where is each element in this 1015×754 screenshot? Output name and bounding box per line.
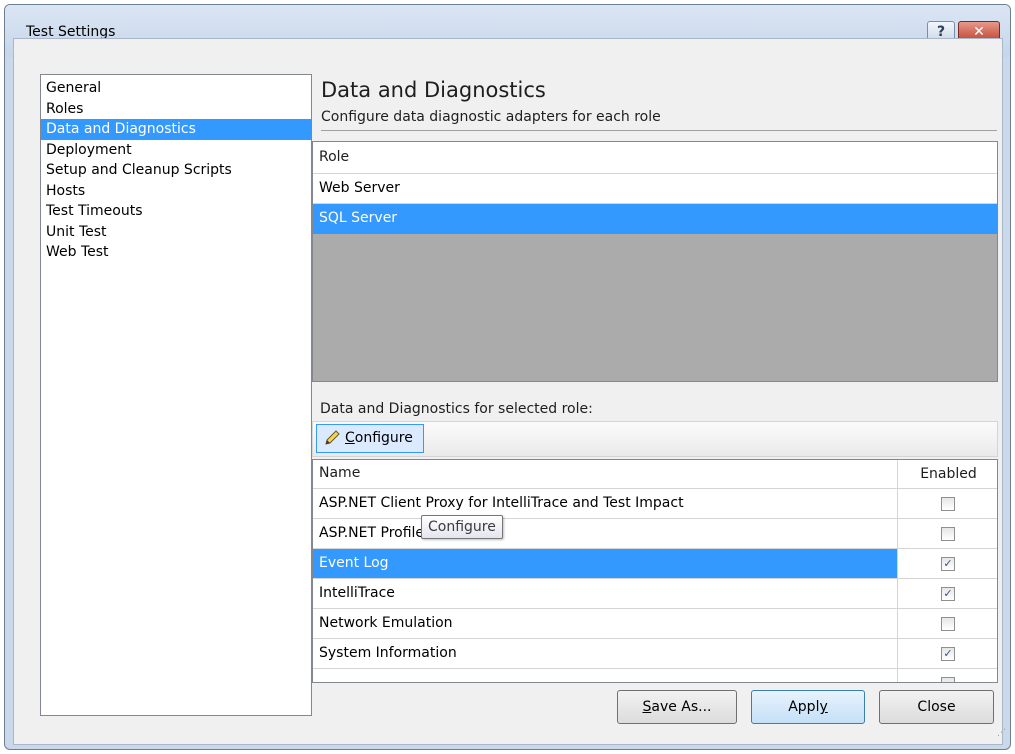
table-row[interactable]: Network Emulation bbox=[313, 609, 997, 639]
role-row-sql-server[interactable]: SQL Server bbox=[313, 204, 997, 234]
settings-nav-list: General Roles Data and Diagnostics Deplo… bbox=[40, 74, 312, 716]
heading-divider bbox=[321, 130, 997, 131]
enabled-cell: ✓ bbox=[897, 639, 997, 668]
apply-mnemonic: y bbox=[819, 699, 828, 715]
adapter-name: ASP.NET Profiler bbox=[319, 525, 430, 541]
nav-item-setup-and-cleanup-scripts[interactable]: Setup and Cleanup Scripts bbox=[41, 160, 311, 181]
page-subtitle: Configure data diagnostic adapters for e… bbox=[321, 109, 661, 125]
enabled-checkbox[interactable]: ✓ bbox=[941, 647, 955, 661]
enabled-checkbox[interactable]: ✓ bbox=[941, 587, 955, 601]
role-grid: Role Web Server SQL Server bbox=[312, 141, 998, 382]
enabled-cell bbox=[897, 519, 997, 548]
diagnostics-section-label: Data and Diagnostics for selected role: bbox=[320, 401, 593, 417]
configure-button[interactable]: Configure bbox=[316, 424, 424, 453]
pencil-icon bbox=[325, 430, 340, 445]
diagnostics-grid: Name Enabled ASP.NET Client Proxy for In… bbox=[312, 459, 998, 683]
nav-item-test-timeouts[interactable]: Test Timeouts bbox=[41, 201, 311, 222]
enabled-cell: ✓ bbox=[897, 579, 997, 608]
enabled-checkbox[interactable] bbox=[941, 617, 955, 631]
enabled-cell bbox=[897, 669, 997, 682]
save-as-button[interactable]: Save As... bbox=[617, 690, 737, 724]
diagnostics-grid-header: Name Enabled bbox=[313, 460, 997, 489]
nav-item-web-test[interactable]: Web Test bbox=[41, 242, 311, 263]
test-settings-window: Test Settings ? ✕ General Roles Data and… bbox=[4, 4, 1011, 750]
role-column-header[interactable]: Role bbox=[313, 142, 997, 174]
configure-tooltip: Configure bbox=[421, 515, 503, 539]
enabled-checkbox[interactable] bbox=[941, 677, 955, 682]
adapter-name: Event Log bbox=[319, 555, 389, 571]
table-row[interactable]: System Information ✓ bbox=[313, 639, 997, 669]
configure-button-mnemonic: C bbox=[345, 430, 355, 446]
adapter-name: IntelliTrace bbox=[319, 585, 395, 601]
enabled-checkbox[interactable] bbox=[941, 497, 955, 511]
close-button[interactable]: Close bbox=[879, 690, 994, 724]
table-row[interactable]: IntelliTrace ✓ bbox=[313, 579, 997, 609]
nav-item-deployment[interactable]: Deployment bbox=[41, 140, 311, 161]
table-row[interactable]: Event Log ✓ bbox=[313, 549, 997, 579]
enabled-cell bbox=[897, 609, 997, 638]
nav-item-general[interactable]: General bbox=[41, 78, 311, 99]
enabled-cell: ✓ bbox=[897, 549, 997, 578]
nav-item-roles[interactable]: Roles bbox=[41, 99, 311, 120]
enabled-cell bbox=[897, 489, 997, 518]
apply-button[interactable]: Apply bbox=[751, 690, 865, 724]
nav-item-hosts[interactable]: Hosts bbox=[41, 181, 311, 202]
name-column-header[interactable]: Name bbox=[319, 465, 360, 481]
configure-button-label: onfigure bbox=[354, 430, 413, 446]
adapter-name: ASP.NET Client Proxy for IntelliTrace an… bbox=[319, 495, 684, 511]
table-row[interactable]: ASP.NET Client Proxy for IntelliTrace an… bbox=[313, 489, 997, 519]
table-row-partial[interactable] bbox=[313, 669, 997, 682]
apply-label: Appl bbox=[788, 699, 820, 715]
dialog-client-area: General Roles Data and Diagnostics Deplo… bbox=[13, 38, 1003, 745]
role-row-web-server[interactable]: Web Server bbox=[313, 174, 997, 204]
nav-item-unit-test[interactable]: Unit Test bbox=[41, 222, 311, 243]
save-as-label: ave As... bbox=[651, 699, 712, 715]
page-title: Data and Diagnostics bbox=[321, 78, 546, 102]
enabled-checkbox[interactable] bbox=[941, 527, 955, 541]
enabled-column-header[interactable]: Enabled bbox=[897, 460, 997, 489]
adapter-name: Network Emulation bbox=[319, 615, 453, 631]
nav-item-data-and-diagnostics[interactable]: Data and Diagnostics bbox=[41, 119, 311, 140]
adapter-name: System Information bbox=[319, 645, 457, 661]
resize-grip-icon[interactable]: ⋰ bbox=[997, 728, 1006, 738]
enabled-checkbox[interactable]: ✓ bbox=[941, 557, 955, 571]
diagnostics-toolbar: Configure bbox=[312, 421, 998, 457]
table-row[interactable]: ASP.NET Profiler bbox=[313, 519, 997, 549]
